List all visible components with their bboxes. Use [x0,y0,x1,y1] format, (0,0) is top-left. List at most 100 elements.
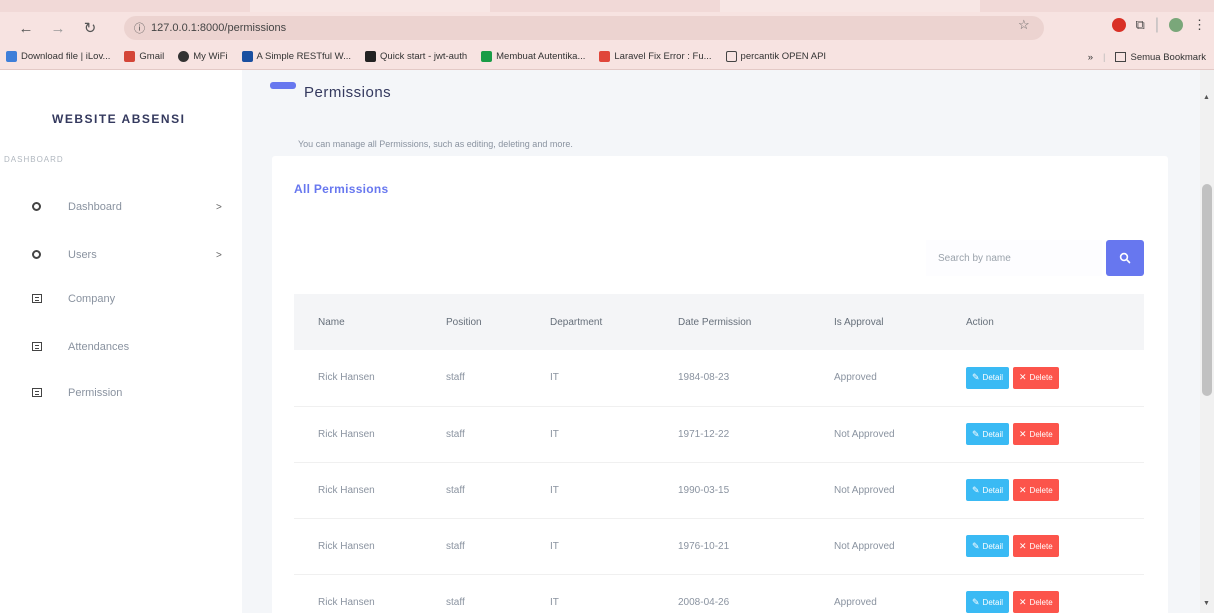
cell-approval: Approved [834,596,877,608]
bookmark-item[interactable]: A Simple RESTful W... [241,51,351,62]
cell-actions: ✎ Detail ✕ Delete [966,406,1144,462]
cell-department: IT [550,540,559,552]
table-row: Rick Hansen staff IT 1971-12-22 Not Appr… [294,406,1144,462]
detail-button[interactable]: ✎ Detail [966,535,1009,557]
all-bookmarks-button[interactable]: Semua Bookmark [1115,52,1206,63]
column-header-is-approval[interactable]: Is Approval [834,294,966,350]
delete-button[interactable]: ✕ Delete [1013,366,1059,389]
table-icon [32,340,42,354]
browser-tab-strip [0,0,1214,12]
sidebar-item-label: Dashboard [68,201,122,213]
cell-actions: ✎ Detail ✕ Delete [966,518,1144,574]
permissions-table: Name Position Department Date Permission… [294,294,1144,613]
cell-date: 2008-04-26 [678,596,730,608]
cell-name: Rick Hansen [318,428,375,440]
page-scrollbar[interactable]: ▲ ▼ [1200,70,1214,613]
cell-approval: Approved [834,372,877,384]
delete-button[interactable]: ✕ Delete [1013,535,1059,557]
chevron-right-icon: > [216,249,222,261]
sidebar-item-attendances[interactable]: Attendances [0,332,242,362]
browser-toolbar: ← → ↻ ⓘ 127.0.0.1:8000/permissions ☆ ⧉ |… [0,12,1214,44]
detail-button[interactable]: ✎ Detail [966,591,1009,613]
bookmark-item[interactable]: percantik OPEN API [725,51,826,62]
sidebar-item-users[interactable]: Users > [0,240,242,270]
table-row: Rick Hansen staff IT 1990-03-15 Not Appr… [294,462,1144,518]
browser-tab[interactable] [250,0,490,12]
address-bar[interactable]: ⓘ 127.0.0.1:8000/permissions [124,16,1044,40]
circle-icon [32,200,41,214]
cell-approval: Not Approved [834,484,895,496]
sidebar-item-company[interactable]: Company [0,284,242,314]
cell-position: staff [446,428,465,440]
column-header-department[interactable]: Department [550,294,678,350]
sidebar-item-permission[interactable]: Permission [0,378,242,408]
extensions-puzzle-icon[interactable]: ⧉ [1136,17,1145,33]
back-icon[interactable]: ← [14,16,38,40]
cell-name: Rick Hansen [318,484,375,496]
site-info-icon[interactable]: ⓘ [134,20,145,36]
sidebar: WEBSITE ABSENSI DASHBOARD Dashboard > Us… [0,70,242,613]
page-description: You can manage all Permissions, such as … [298,139,573,149]
forward-icon[interactable]: → [46,16,70,40]
sidebar-item-dashboard[interactable]: Dashboard > [0,192,242,222]
cell-department: IT [550,484,559,496]
reload-icon[interactable]: ↻ [78,16,102,40]
bookmark-item[interactable]: Download file | iLov... [6,51,110,62]
sidebar-item-label: Users [68,249,97,261]
scrollbar-thumb[interactable] [1202,184,1212,396]
browser-tab[interactable] [720,0,980,12]
scroll-up-arrow-icon[interactable]: ▲ [1203,94,1210,101]
section-header-accent [270,82,296,89]
bookmark-item[interactable]: Laravel Fix Error : Fu... [599,51,712,62]
close-icon: ✕ [1019,372,1027,383]
bookmark-divider: | [1103,51,1106,63]
bookmark-item[interactable]: Gmail [124,51,164,62]
column-header-name[interactable]: Name [294,294,446,350]
cell-approval: Not Approved [834,428,895,440]
cell-date: 1971-12-22 [678,428,730,440]
sidebar-item-label: Permission [68,387,123,399]
extension-icon[interactable] [1111,18,1126,32]
cell-actions: ✎ Detail ✕ Delete [966,350,1144,406]
column-header-position[interactable]: Position [446,294,550,350]
circle-icon [32,248,41,262]
cell-department: IT [550,372,559,384]
delete-button[interactable]: ✕ Delete [1013,591,1059,613]
cell-position: staff [446,372,465,384]
cell-name: Rick Hansen [318,596,375,608]
table-row: Rick Hansen staff IT 1984-08-23 Approved… [294,350,1144,406]
cell-actions: ✎ Detail ✕ Delete [966,574,1144,613]
profile-avatar[interactable] [1169,18,1183,32]
detail-button[interactable]: ✎ Detail [966,366,1009,389]
cell-date: 1976-10-21 [678,540,730,552]
scroll-down-arrow-icon[interactable]: ▼ [1203,600,1210,607]
detail-button[interactable]: ✎ Detail [966,479,1009,501]
close-icon: ✕ [1019,428,1027,439]
brand-title[interactable]: WEBSITE ABSENSI [52,112,185,126]
table-row: Rick Hansen staff IT 2008-04-26 Approved… [294,574,1144,613]
cell-name: Rick Hansen [318,540,375,552]
bookmark-favicon-icon [599,51,611,62]
delete-button[interactable]: ✕ Delete [1013,479,1059,501]
cell-date: 1984-08-23 [678,372,730,384]
search-button[interactable] [1106,240,1144,276]
check-icon [481,51,493,62]
edit-icon: ✎ [972,540,980,551]
bookmark-item[interactable]: Quick start - jwt-auth [365,51,467,62]
sidebar-section-label: DASHBOARD [4,155,64,164]
bookmark-item[interactable]: Membuat Autentika... [481,51,585,62]
table-icon [32,292,42,306]
bookmark-favicon-icon [241,51,253,62]
toolbar-divider: | [1154,16,1159,33]
browser-menu-icon[interactable]: ⋮ [1193,17,1206,33]
gmail-icon [124,51,136,62]
bookmark-item[interactable]: My WiFi [178,51,228,62]
delete-button[interactable]: ✕ Delete [1013,423,1059,445]
search-input[interactable] [926,240,1102,276]
detail-button[interactable]: ✎ Detail [966,423,1009,445]
close-icon: ✕ [1019,540,1027,551]
more-bookmarks-button[interactable]: » [1088,52,1093,63]
cell-approval: Not Approved [834,540,895,552]
bookmark-star-icon[interactable]: ☆ [1018,17,1030,33]
column-header-date-permission[interactable]: Date Permission [678,294,834,350]
